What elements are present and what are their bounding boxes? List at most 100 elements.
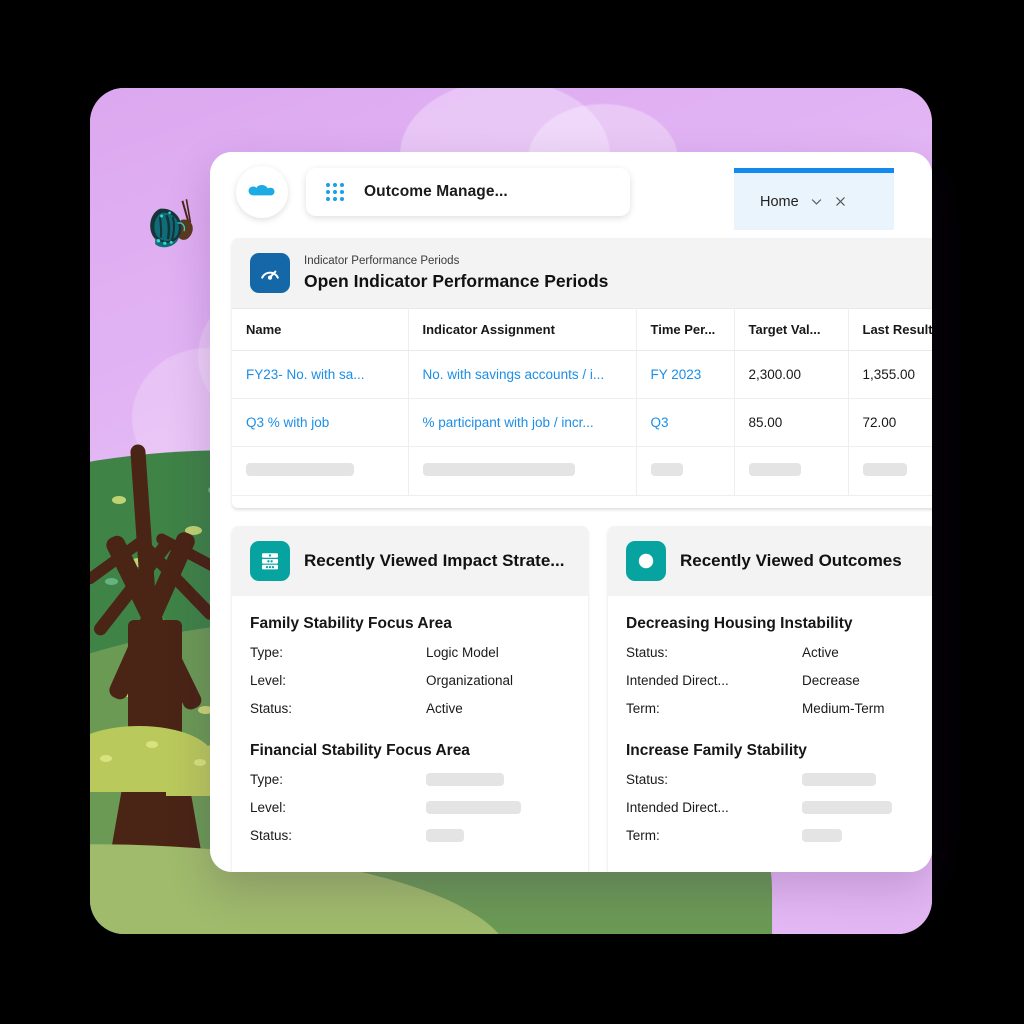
column-header-name[interactable]: Name	[232, 308, 409, 351]
indicator-performance-table: Name Indicator Assignment Time Per... Ta…	[232, 308, 932, 496]
list-item[interactable]: Decreasing Housing Instability Status: A…	[626, 615, 932, 716]
impact-strategy-stack-icon	[250, 541, 290, 581]
cell-skeleton	[848, 446, 932, 496]
field-key: Intended Direct...	[626, 800, 729, 815]
field-value: Organizational	[426, 673, 514, 688]
cell-time-period[interactable]: Q3	[636, 398, 735, 447]
close-x-icon[interactable]	[834, 195, 847, 208]
card-title: Recently Viewed Outcomes	[680, 551, 902, 571]
speedometer-gauge-icon	[250, 253, 290, 293]
card-header: Indicator Performance Periods Open Indic…	[232, 238, 932, 308]
field-row: Intended Direct... Decrease	[626, 673, 932, 688]
field-key: Term:	[626, 701, 660, 716]
field-row: Term:	[626, 828, 932, 843]
recently-viewed-outcomes-card: Recently Viewed Outcomes Decreasing Hous…	[608, 526, 932, 872]
field-value-skeleton	[802, 773, 876, 786]
list-item[interactable]: Increase Family Stability Status: Intend…	[626, 742, 932, 843]
tab-label: Home	[760, 193, 799, 210]
column-header-target-value[interactable]: Target Val...	[734, 308, 849, 351]
field-key: Type:	[250, 772, 284, 787]
field-row: Status:	[250, 828, 570, 843]
field-row: Status: Active	[626, 645, 932, 660]
tab-home[interactable]: Home	[734, 168, 894, 230]
field-value-skeleton	[426, 829, 464, 842]
screenshot-root: Outcome Manage... Home Indicator Perform…	[0, 0, 1024, 1024]
field-key: Status:	[250, 701, 293, 716]
field-key: Status:	[626, 772, 669, 787]
outcomes-list: Decreasing Housing Instability Status: A…	[608, 596, 932, 872]
cell-last-result: 1,355.00	[848, 350, 932, 399]
indicator-performance-card: Indicator Performance Periods Open Indic…	[232, 238, 932, 508]
cell-skeleton	[232, 446, 409, 496]
app-content: Indicator Performance Periods Open Indic…	[210, 230, 932, 872]
app-launcher-grid-icon[interactable]	[326, 183, 344, 201]
recently-viewed-impact-strategies-card: Recently Viewed Impact Strate... Family …	[232, 526, 588, 872]
field-value-skeleton	[802, 829, 842, 842]
item-title[interactable]: Financial Stability Focus Area	[250, 742, 570, 760]
cell-name[interactable]: FY23- No. with sa...	[232, 350, 409, 399]
cell-target-value: 85.00	[734, 398, 849, 447]
cell-skeleton	[408, 446, 637, 496]
item-title[interactable]: Increase Family Stability	[626, 742, 932, 760]
field-key: Status:	[250, 828, 293, 843]
card-object-label: Indicator Performance Periods	[304, 255, 460, 268]
table-row-loading	[232, 446, 932, 496]
field-value-skeleton	[802, 801, 892, 814]
app-name-label: Outcome Manage...	[364, 183, 508, 200]
card-header: Recently Viewed Outcomes	[608, 526, 932, 596]
field-value: Active	[426, 701, 463, 716]
cell-last-result: 72.00	[848, 398, 932, 447]
item-title[interactable]: Family Stability Focus Area	[250, 615, 570, 633]
cell-skeleton	[734, 446, 849, 496]
field-row: Level: Organizational	[250, 673, 570, 688]
field-key: Level:	[250, 673, 287, 688]
field-row: Intended Direct...	[626, 800, 932, 815]
card-title: Recently Viewed Impact Strate...	[304, 551, 565, 571]
field-key: Level:	[250, 800, 287, 815]
cell-target-value: 2,300.00	[734, 350, 849, 399]
field-row: Type: Logic Model	[250, 645, 570, 660]
salesforce-cloud-icon	[248, 184, 275, 196]
impact-strategies-list: Family Stability Focus Area Type: Logic …	[232, 596, 588, 872]
field-row: Term: Medium-Term	[626, 701, 932, 716]
cell-indicator-assignment[interactable]: % participant with job / incr...	[408, 398, 637, 447]
bush-speck	[194, 759, 206, 766]
cell-name[interactable]: Q3 % with job	[232, 398, 409, 447]
column-header-time-period[interactable]: Time Per...	[636, 308, 735, 351]
field-value: Decrease	[802, 673, 860, 688]
salesforce-app-window: Outcome Manage... Home Indicator Perform…	[210, 152, 932, 872]
list-item[interactable]: Family Stability Focus Area Type: Logic …	[250, 615, 570, 716]
field-row: Status: Active	[250, 701, 570, 716]
cell-indicator-assignment[interactable]: No. with savings accounts / i...	[408, 350, 637, 399]
table-row[interactable]: Q3 % with job % participant with job / i…	[232, 398, 932, 447]
bush-speck	[100, 755, 112, 762]
salesforce-logo-button[interactable]	[236, 166, 288, 218]
app-chrome: Outcome Manage... Home	[210, 152, 932, 230]
field-key: Status:	[626, 645, 669, 660]
chevron-down-icon[interactable]	[810, 195, 823, 208]
butterfly-icon	[150, 199, 193, 248]
app-switcher-bar[interactable]: Outcome Manage...	[306, 168, 630, 216]
table-header-row: Name Indicator Assignment Time Per... Ta…	[232, 308, 932, 351]
field-key: Intended Direct...	[626, 673, 729, 688]
column-header-indicator-assignment[interactable]: Indicator Assignment	[408, 308, 637, 351]
list-item[interactable]: Financial Stability Focus Area Type: Lev…	[250, 742, 570, 843]
field-key: Term:	[626, 828, 660, 843]
column-header-last-result[interactable]: Last Result...	[848, 308, 932, 351]
cell-skeleton	[636, 446, 735, 496]
card-header: Recently Viewed Impact Strate...	[232, 526, 588, 596]
field-value-skeleton	[426, 801, 521, 814]
field-row: Type:	[250, 772, 570, 787]
field-row: Status:	[626, 772, 932, 787]
item-title[interactable]: Decreasing Housing Instability	[626, 615, 932, 633]
field-value: Logic Model	[426, 645, 499, 660]
card-title: Open Indicator Performance Periods	[304, 270, 609, 291]
field-value-skeleton	[426, 773, 504, 786]
table-row[interactable]: FY23- No. with sa... No. with savings ac…	[232, 350, 932, 399]
cell-time-period[interactable]: FY 2023	[636, 350, 735, 399]
bush-speck	[146, 741, 158, 748]
outcome-circle-icon	[626, 541, 666, 581]
field-value: Active	[802, 645, 839, 660]
field-key: Type:	[250, 645, 284, 660]
field-row: Level:	[250, 800, 570, 815]
